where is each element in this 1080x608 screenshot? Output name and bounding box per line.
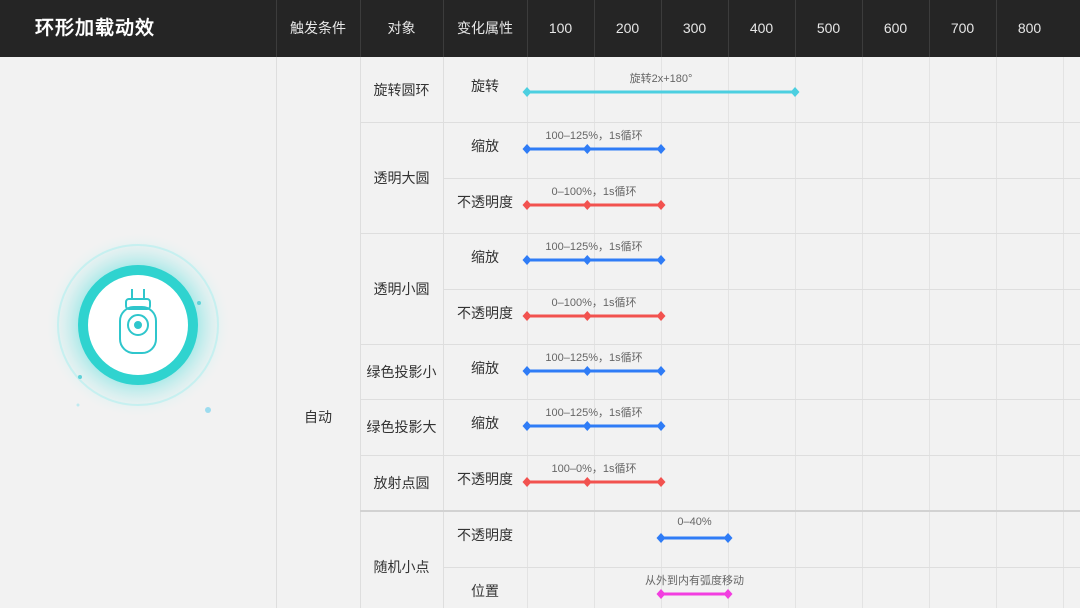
- track-annotation: 从外到内有弧度移动: [645, 575, 744, 587]
- track-annotation: 100–125%，1s循环: [545, 352, 643, 364]
- property-divider: [443, 178, 1080, 179]
- property-label: 不透明度: [457, 471, 513, 487]
- tick-label: 200: [615, 20, 640, 36]
- time-gridline: [929, 57, 930, 608]
- property-label: 不透明度: [457, 305, 513, 321]
- header-separator: [360, 0, 361, 57]
- track-annotation: 0–40%: [677, 516, 712, 528]
- time-gridline: [1063, 57, 1064, 608]
- header-separator: [728, 0, 729, 57]
- track-annotation: 100–0%，1s循环: [551, 463, 637, 475]
- track-annotation: 100–125%，1s循环: [545, 130, 643, 142]
- track-annotation: 旋转2x+180°: [629, 73, 693, 85]
- property-label: 缩放: [471, 138, 499, 154]
- object-label: 随机小点: [373, 559, 430, 575]
- group-divider: [360, 455, 1080, 456]
- column-divider: [276, 57, 277, 608]
- property-label: 不透明度: [457, 527, 513, 543]
- track-annotation: 100–125%，1s循环: [545, 407, 643, 419]
- group-divider: [360, 233, 1080, 234]
- column-divider: [360, 57, 361, 608]
- object-label: 透明大圆: [373, 170, 430, 186]
- object-label: 绿色投影小: [366, 364, 437, 380]
- object-label: 放射点圆: [373, 475, 430, 491]
- time-gridline: [862, 57, 863, 608]
- section-divider: [360, 510, 1080, 512]
- object-label: 绿色投影大: [366, 419, 437, 435]
- header-separator: [862, 0, 863, 57]
- tick-label: 600: [883, 20, 908, 36]
- property-label: 旋转: [471, 78, 499, 94]
- keyframe-diamond: [582, 311, 592, 321]
- header-separator: [527, 0, 528, 57]
- tick-label: 100: [548, 20, 573, 36]
- keyframe-diamond: [582, 200, 592, 210]
- property-divider: [443, 289, 1080, 290]
- tick-label: 800: [1017, 20, 1042, 36]
- time-gridline: [661, 57, 662, 608]
- header-separator: [594, 0, 595, 57]
- random-dot: [197, 301, 201, 305]
- property-label: 不透明度: [457, 194, 513, 210]
- object-label: 透明小圆: [373, 281, 430, 297]
- time-gridline: [527, 57, 528, 608]
- random-dot: [76, 403, 80, 407]
- tick-label: 500: [816, 20, 841, 36]
- header-separator: [996, 0, 997, 57]
- keyframe-diamond: [582, 421, 592, 431]
- track-annotation: 0–100%，1s循环: [551, 186, 637, 198]
- property-label: 缩放: [471, 360, 499, 376]
- property-divider: [443, 567, 1080, 568]
- keyframe-diamond: [582, 255, 592, 265]
- property-label: 位置: [471, 583, 499, 599]
- header-separator: [276, 0, 277, 57]
- time-gridline: [728, 57, 729, 608]
- track-annotation: 100–125%，1s循环: [545, 241, 643, 253]
- property-label: 缩放: [471, 415, 499, 431]
- group-divider: [360, 344, 1080, 345]
- random-dot: [205, 407, 211, 413]
- trigger-label: 自动: [304, 409, 332, 425]
- time-gridline: [996, 57, 997, 608]
- tick-label: 300: [682, 20, 707, 36]
- header-separator: [795, 0, 796, 57]
- random-dot: [78, 375, 82, 379]
- keyframe-diamond: [582, 477, 592, 487]
- column-header-property: 变化属性: [457, 20, 513, 36]
- page-title: 环形加载动效: [35, 18, 156, 39]
- loading-ring-illustration: [46, 233, 230, 417]
- group-divider: [360, 122, 1080, 123]
- column-header-object: 对象: [387, 20, 416, 36]
- column-header-trigger: 触发条件: [290, 20, 346, 36]
- keyframe-diamond: [582, 144, 592, 154]
- track-annotation: 0–100%，1s循环: [551, 297, 637, 309]
- header-separator: [661, 0, 662, 57]
- group-divider: [360, 399, 1080, 400]
- keyframe-diamond: [582, 366, 592, 376]
- header-separator: [443, 0, 444, 57]
- time-gridline: [795, 57, 796, 608]
- tick-label: 700: [950, 20, 975, 36]
- tick-label: 400: [749, 20, 774, 36]
- object-label: 旋转圆环: [373, 82, 430, 98]
- header-separator: [929, 0, 930, 57]
- header-bar: 环形加载动效 触发条件 对象 变化属性 100 200 300 400 500 600 700 80…: [0, 0, 1080, 57]
- property-label: 缩放: [471, 249, 499, 265]
